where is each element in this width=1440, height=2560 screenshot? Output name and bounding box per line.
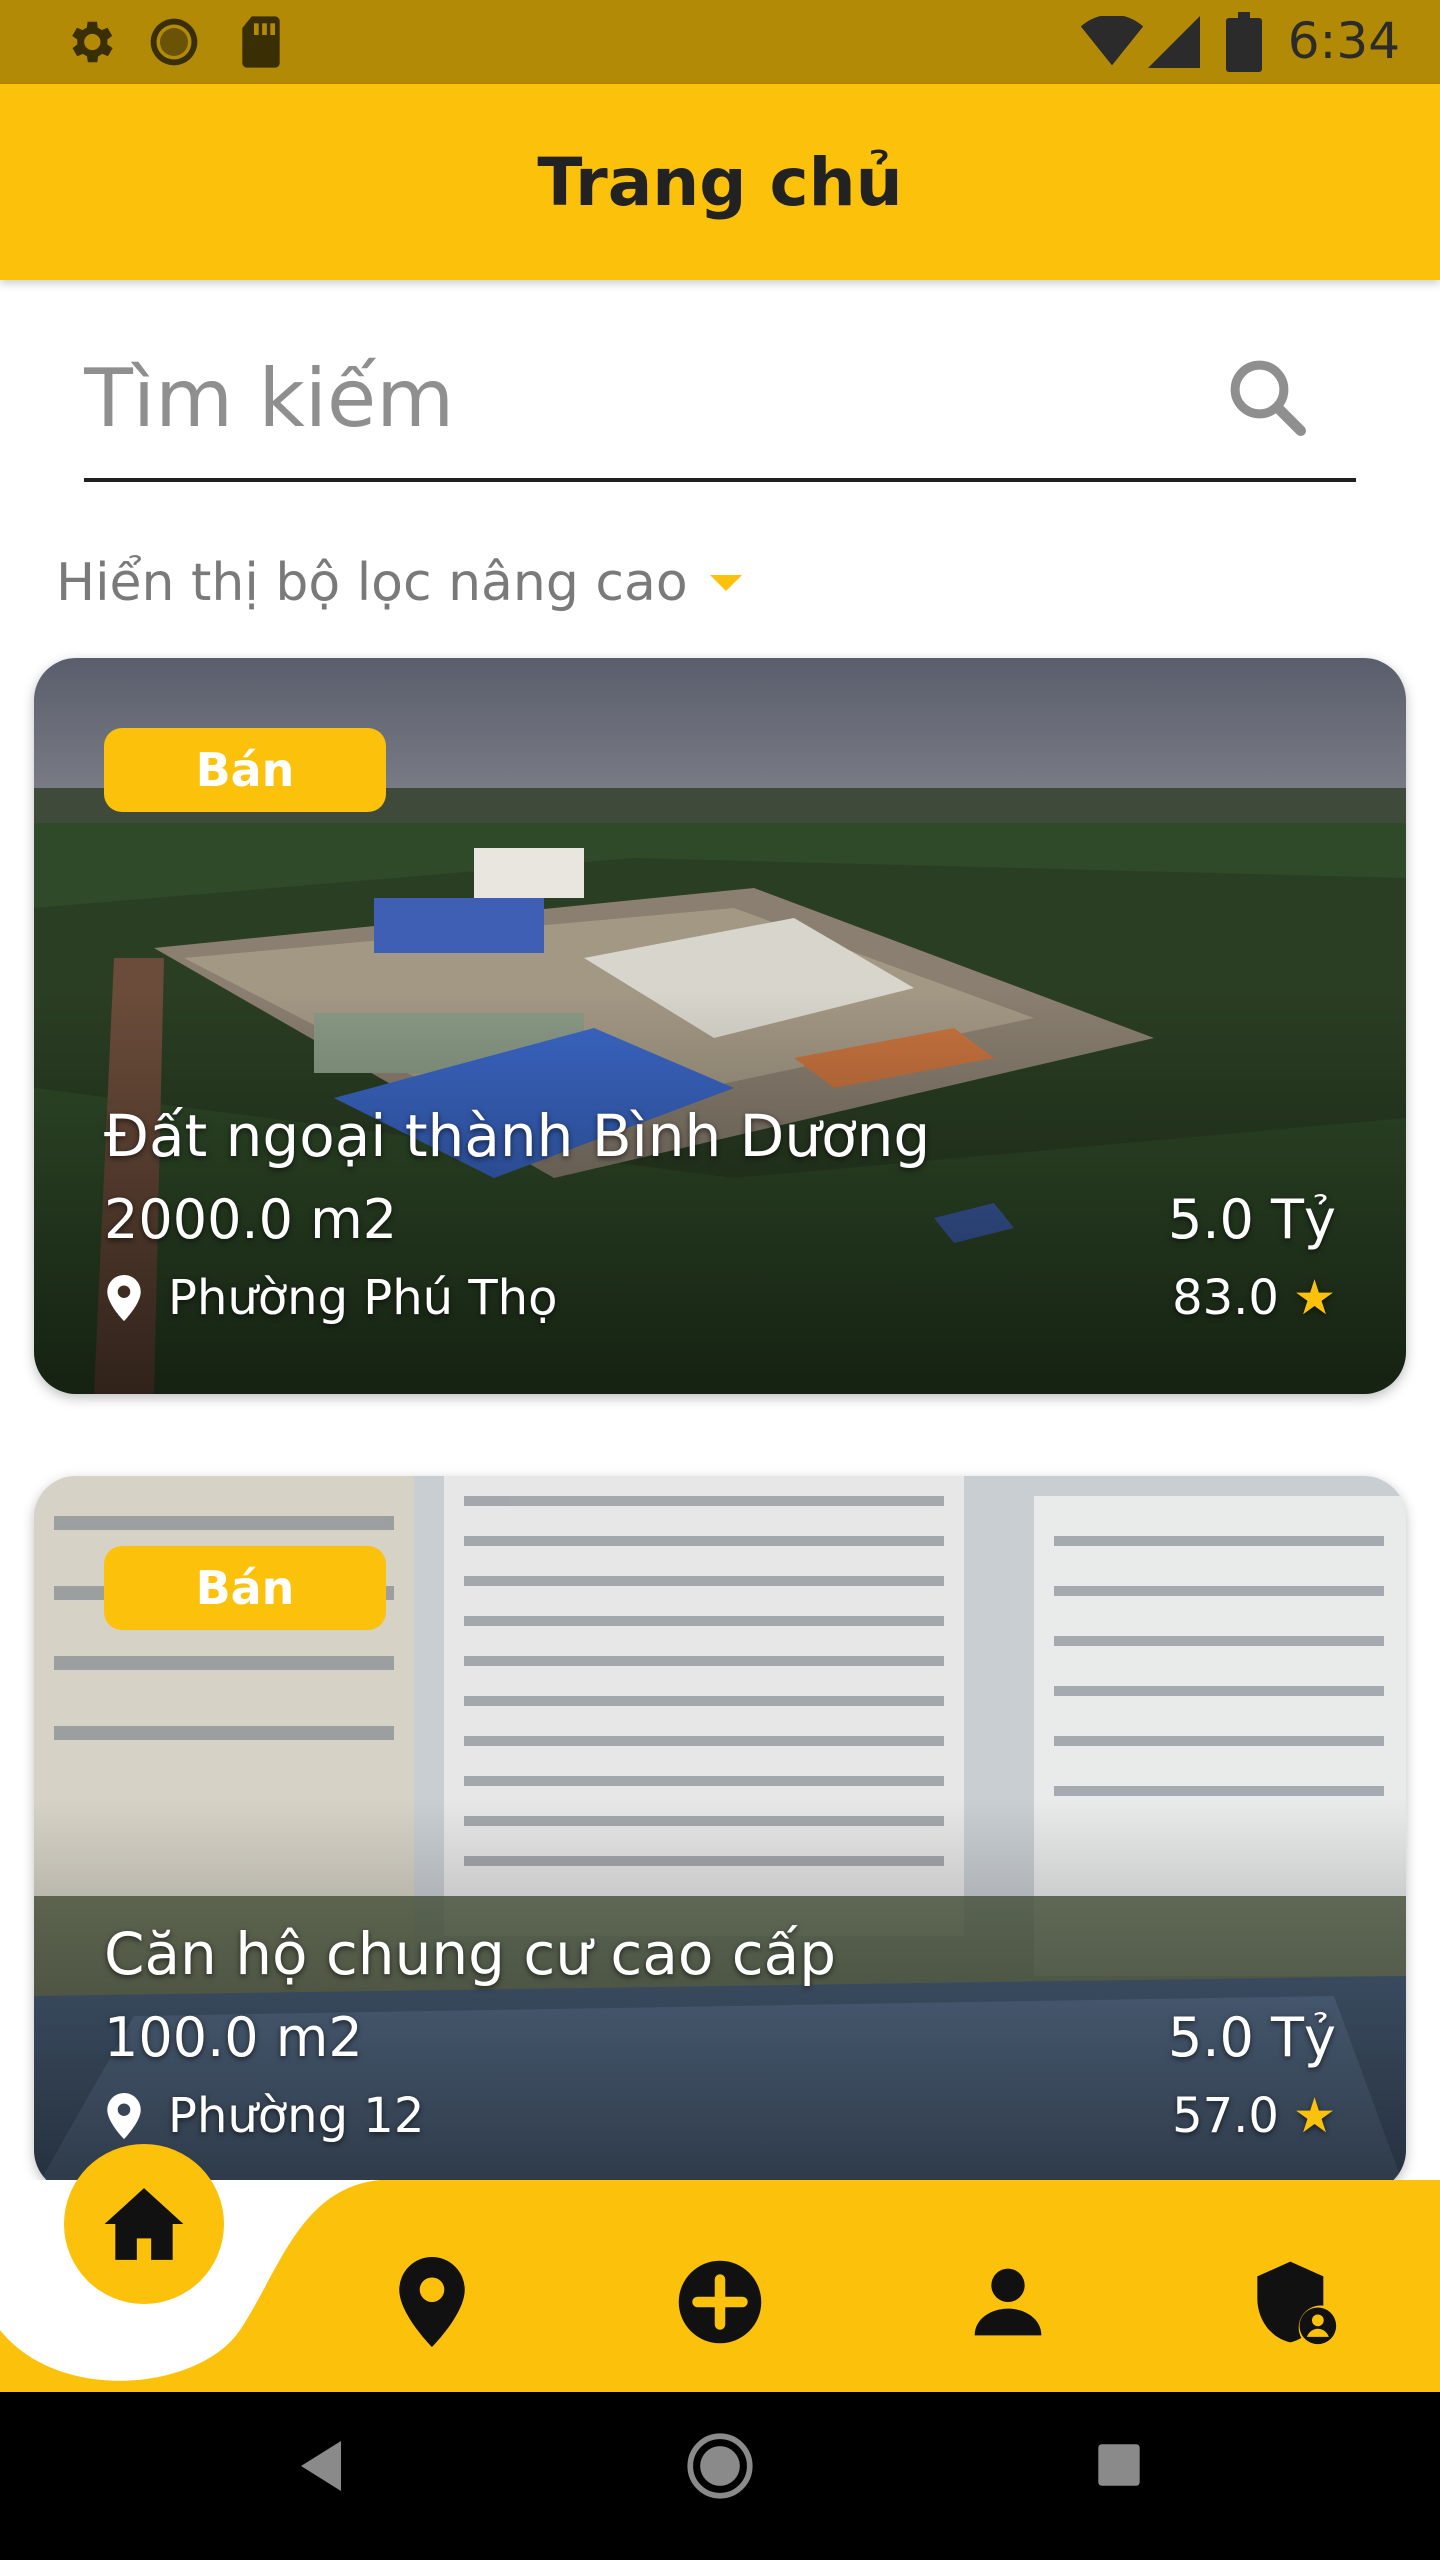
search-icon[interactable] bbox=[1222, 352, 1312, 442]
system-nav-bar bbox=[0, 2392, 1440, 2560]
star-icon: ★ bbox=[1292, 2088, 1336, 2144]
location-pin-icon bbox=[107, 1275, 141, 1321]
location-pin-icon bbox=[399, 2257, 465, 2347]
gear-icon bbox=[72, 21, 113, 63]
listing-price: 5.0 Tỷ bbox=[1168, 1188, 1336, 1251]
admin-shield-icon bbox=[1257, 2261, 1337, 2345]
nav-add-button[interactable] bbox=[670, 2252, 770, 2352]
nav-admin-button[interactable] bbox=[1244, 2252, 1344, 2352]
sd-card-icon bbox=[242, 16, 280, 68]
listing-area: 100.0 m2 bbox=[104, 2006, 363, 2069]
listing-area: 2000.0 m2 bbox=[104, 1188, 398, 1251]
listing-type-badge: Bán bbox=[104, 728, 386, 812]
person-icon bbox=[974, 2268, 1042, 2336]
wifi-icon bbox=[1080, 16, 1144, 66]
listing-card[interactable]: Bán Đất ngoại thành Bình Dương 2000.0 m2… bbox=[34, 658, 1406, 1394]
listing-title: Căn hộ chung cư cao cấp bbox=[104, 1920, 837, 1988]
listing-location: Phường 12 bbox=[104, 2088, 424, 2144]
listing-rating-value: 83.0 bbox=[1172, 1270, 1279, 1326]
page-title: Trang chủ bbox=[537, 144, 903, 221]
listing-card[interactable]: Bán Căn hộ chung cư cao cấp 100.0 m2 5.0… bbox=[34, 1476, 1406, 2192]
advanced-filter-toggle[interactable]: Hiển thị bộ lọc nâng cao bbox=[56, 548, 742, 618]
listing-location-text: Phường 12 bbox=[168, 2088, 425, 2144]
listing-type-badge: Bán bbox=[104, 1546, 386, 1630]
listing-price: 5.0 Tỷ bbox=[1168, 2006, 1336, 2069]
nav-profile-button[interactable] bbox=[958, 2252, 1058, 2352]
app-screen: 6:34 Trang chủ Hiển thị bộ lọc nâng cao bbox=[0, 0, 1440, 2560]
circle-status-icon bbox=[150, 18, 198, 66]
listing-title: Đất ngoại thành Bình Dương bbox=[104, 1102, 931, 1170]
home-icon bbox=[104, 2188, 184, 2260]
nav-home-button[interactable] bbox=[64, 2144, 224, 2304]
listing-rating: 57.0 ★ bbox=[1172, 2088, 1336, 2144]
search-bar bbox=[84, 330, 1356, 482]
app-bar: Trang chủ bbox=[0, 84, 1440, 280]
status-time: 6:34 bbox=[1287, 12, 1400, 70]
nav-map-button[interactable] bbox=[382, 2252, 482, 2352]
battery-icon bbox=[1226, 12, 1262, 72]
listing-location-text: Phường Phú Thọ bbox=[168, 1270, 558, 1326]
search-input[interactable] bbox=[84, 348, 1184, 448]
star-icon: ★ bbox=[1292, 1270, 1336, 1326]
recents-icon[interactable] bbox=[1096, 2442, 1142, 2488]
home-circle-icon[interactable] bbox=[686, 2432, 754, 2500]
signal-icon bbox=[1148, 16, 1200, 68]
caret-down-icon bbox=[709, 575, 742, 591]
back-icon[interactable] bbox=[296, 2438, 346, 2494]
advanced-filter-label: Hiển thị bộ lọc nâng cao bbox=[56, 553, 688, 613]
listing-location: Phường Phú Thọ bbox=[104, 1270, 557, 1326]
listing-rating-value: 57.0 bbox=[1172, 2088, 1279, 2144]
listing-rating: 83.0 ★ bbox=[1172, 1270, 1336, 1326]
location-pin-icon bbox=[107, 2093, 141, 2139]
status-bar: 6:34 bbox=[0, 0, 1440, 84]
add-circle-icon bbox=[678, 2260, 762, 2344]
